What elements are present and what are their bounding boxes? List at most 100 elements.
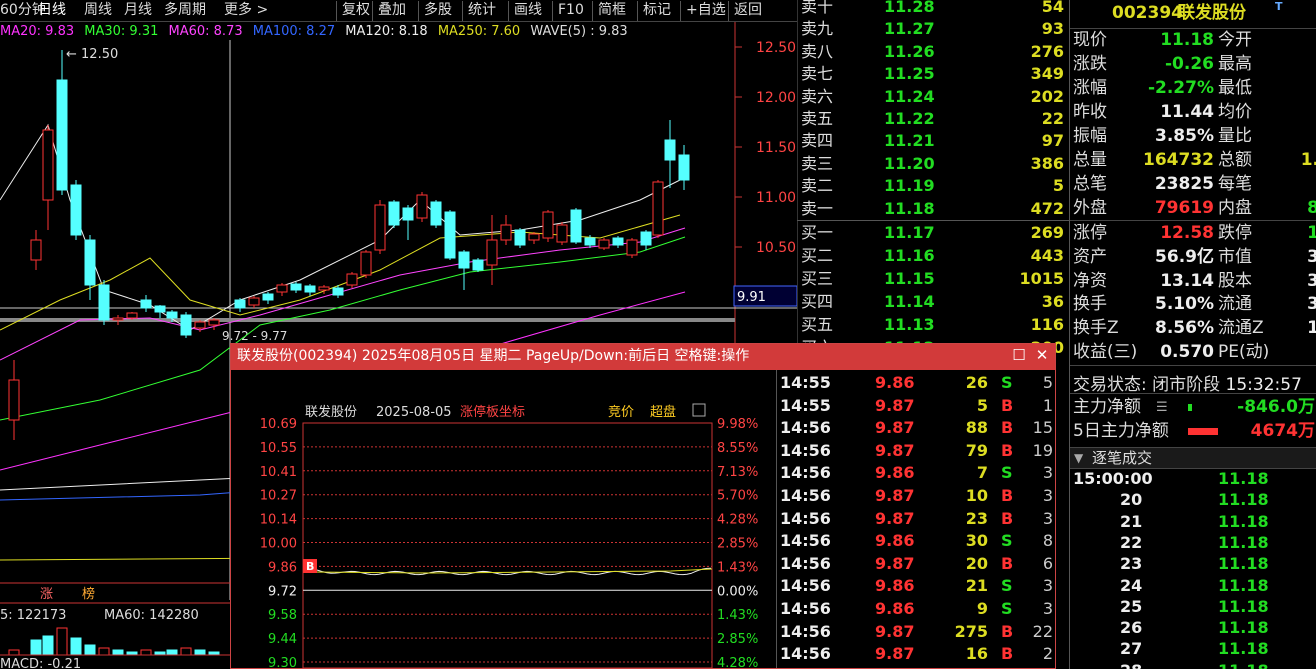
tick-time: 26: [1120, 618, 1143, 638]
ask-row[interactable]: 卖一 11.18 472: [798, 198, 1070, 221]
ask-row[interactable]: 卖五 11.22 22: [798, 108, 1070, 131]
tick-row: 23 11.18: [1070, 554, 1316, 575]
candle-body: [56, 79, 68, 191]
trade-time: 14:56: [780, 621, 831, 641]
toolbar-item[interactable]: 返回: [728, 1, 762, 21]
range-label: 9.72 - 9.77: [222, 329, 287, 343]
level-label: 卖三: [801, 153, 834, 173]
toolbar-item[interactable]: F10: [552, 1, 584, 21]
quote-label: 资产: [1073, 246, 1107, 267]
trade-price: 9.86: [875, 463, 915, 483]
ask-row[interactable]: 卖六 11.24 202: [798, 86, 1070, 109]
maximize-icon[interactable]: ☐: [1011, 348, 1027, 364]
tick-time: 20: [1120, 490, 1143, 510]
trade-count: 8: [1042, 531, 1053, 551]
quote-value: 12.58: [1160, 223, 1214, 243]
toolbar-item[interactable]: 复权: [336, 1, 370, 21]
ask-row[interactable]: 卖三 11.20 386: [798, 153, 1070, 176]
trade-side: B: [1001, 621, 1014, 641]
quote-label: 市值: [1218, 246, 1252, 267]
quote-value: 11.44: [1160, 102, 1214, 122]
stock-name: 联发股份: [1178, 3, 1246, 23]
bid-row[interactable]: 买五 11.13 116: [798, 314, 1070, 337]
toolbar-item[interactable]: 多周期: [164, 1, 206, 21]
volume-ma60-label: MA60: 142280: [104, 608, 199, 623]
trade-count: 15: [1032, 418, 1053, 438]
toggle-icon[interactable]: [692, 403, 706, 417]
intraday-pct-label: 8.55%: [717, 441, 758, 456]
intraday-chart[interactable]: 联发股份 2025-08-05 涨停板坐标 竞价 超盘 10.69 9.98% 10.55 8.…: [231, 370, 776, 668]
bid-row[interactable]: 买二 11.16 443: [798, 245, 1070, 268]
level-volume: 472: [1030, 198, 1064, 218]
quote-label: 涨跌: [1073, 54, 1107, 74]
trade-tick-row: 14:56 9.87 20 B 6: [777, 553, 1055, 575]
bid-row[interactable]: 买四 11.14 36: [798, 291, 1070, 314]
ask-row[interactable]: 卖七 11.25 349: [798, 63, 1070, 86]
toolbar-item[interactable]: +自选: [680, 1, 726, 21]
flow-value: -846.0万: [1237, 397, 1315, 417]
toolbar-item[interactable]: 月线: [124, 1, 152, 21]
bid-row[interactable]: 买一 11.17 269: [798, 222, 1070, 245]
ask-row[interactable]: 卖二 11.19 5: [798, 175, 1070, 198]
toolbar-item[interactable]: 标记: [637, 1, 671, 21]
candle-body: [360, 251, 372, 276]
ask-row[interactable]: 卖八 11.26 276: [798, 41, 1070, 64]
bid-row[interactable]: 买三 11.15 1015: [798, 268, 1070, 291]
candle-body: [332, 287, 344, 296]
trade-price: 9.87: [875, 553, 915, 573]
candle-body: [30, 239, 42, 261]
popup-title: 联发股份(002394) 2025年08月05日 星期二 PageUp/Down…: [237, 348, 750, 364]
tick-price: 11.18: [1218, 490, 1269, 510]
macd-label: MACD: -0.21: [0, 657, 81, 669]
intraday-popup[interactable]: 联发股份(002394) 2025年08月05日 星期二 PageUp/Down…: [230, 343, 1056, 669]
quote-label: 总笔: [1073, 174, 1107, 194]
candle-body: [678, 154, 690, 181]
tick-row: 24 11.18: [1070, 576, 1316, 597]
level-volume: 443: [1030, 246, 1064, 265]
quote-label: 收益(三): [1073, 342, 1138, 362]
price-marker: 9.91: [737, 290, 766, 305]
intraday-price-label: 10.14: [260, 513, 297, 528]
auction-button[interactable]: 竞价: [608, 404, 634, 420]
candle-body: [154, 305, 166, 313]
level-price: 11.15: [884, 269, 935, 288]
quote-label: 振幅: [1073, 126, 1107, 146]
toolbar-item[interactable]: 统计: [462, 1, 496, 21]
ask-row[interactable]: 卖四 11.21 97: [798, 130, 1070, 153]
super-button[interactable]: 超盘: [650, 404, 676, 420]
trade-price: 9.86: [875, 599, 915, 618]
price-tick-label: 10.50: [756, 240, 796, 256]
toolbar-item[interactable]: 日线: [38, 1, 66, 21]
level-volume: 1015: [1019, 269, 1064, 288]
close-icon[interactable]: ✕: [1034, 348, 1050, 364]
ask-row[interactable]: 卖九 11.27 93: [798, 18, 1070, 41]
list-icon[interactable]: ☰: [1156, 396, 1168, 419]
ma60-label: MA60: 8.73: [168, 24, 243, 39]
divider: [1070, 393, 1316, 394]
chevron-down-icon[interactable]: ▼: [1074, 448, 1083, 468]
ask-row[interactable]: 卖十 11.28 54: [798, 0, 1070, 19]
tick-time: 21: [1120, 511, 1143, 531]
toolbar-item[interactable]: 多股: [418, 1, 452, 21]
trade-side: B: [1001, 395, 1014, 415]
quote-row: 涨跌 -0.26 最高: [1070, 53, 1316, 77]
rank-marker: 榜: [82, 586, 95, 602]
intraday-pct-label: 9.98%: [717, 417, 758, 432]
popup-title-bar[interactable]: 联发股份(002394) 2025年08月05日 星期二 PageUp/Down…: [231, 344, 1055, 370]
tick-panel-header[interactable]: ▼ 逐笔成交: [1070, 447, 1316, 469]
toolbar-item[interactable]: 周线: [84, 1, 112, 21]
level-volume: 202: [1030, 86, 1064, 106]
toolbar-item[interactable]: 简框: [592, 1, 626, 21]
toolbar-item[interactable]: 叠加: [372, 1, 406, 21]
trade-time: 14:56: [780, 644, 831, 664]
toolbar-item[interactable]: 画线: [508, 1, 542, 21]
level-price: 11.20: [884, 153, 935, 173]
candle-body: [248, 297, 260, 306]
level-price: 11.21: [884, 131, 935, 151]
ma30-label: MA30: 9.31: [84, 24, 159, 39]
toolbar-item[interactable]: 更多 >: [224, 1, 268, 21]
trade-count: 3: [1042, 599, 1053, 618]
candle-body: [402, 207, 414, 221]
volume-bar: [30, 639, 42, 656]
trade-volume: 30: [965, 531, 988, 551]
